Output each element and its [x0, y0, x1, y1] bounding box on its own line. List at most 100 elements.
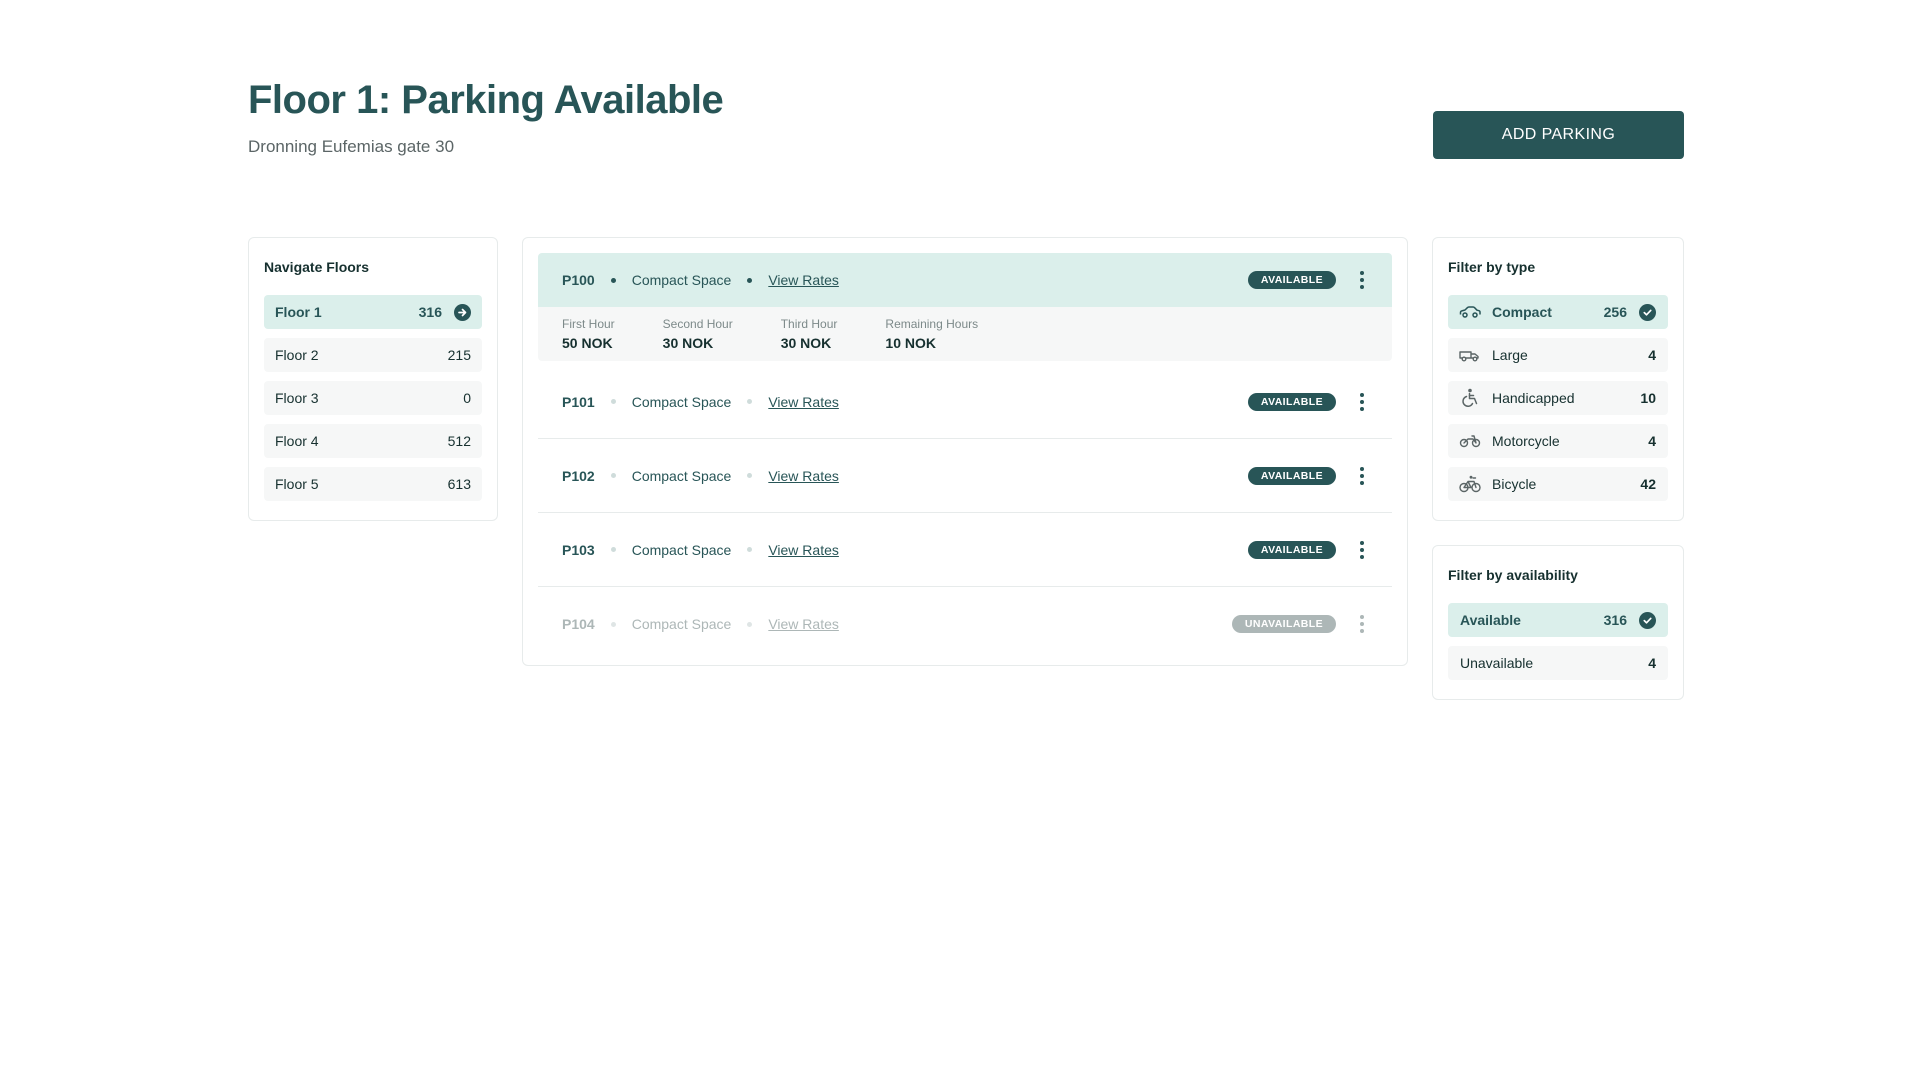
rate-second-hour: Second Hour 30 NOK — [663, 317, 733, 361]
wheelchair-icon — [1458, 388, 1482, 408]
filter-count: 4 — [1648, 655, 1656, 671]
rate-value: 30 NOK — [780, 335, 832, 351]
space-type: Compact Space — [631, 616, 732, 632]
type-filter-bicycle[interactable]: Bicycle 42 — [1448, 467, 1668, 501]
filter-count: 256 — [1603, 304, 1627, 320]
check-icon — [1639, 303, 1656, 321]
add-parking-button[interactable]: ADD PARKING — [1433, 111, 1684, 159]
type-filter-compact[interactable]: Compact 256 — [1448, 295, 1668, 329]
status-badge: AVAILABLE — [1247, 466, 1336, 485]
more-options-icon[interactable] — [1356, 613, 1368, 635]
availability-filter-list: Available 316 Unavailable 4 — [1448, 603, 1668, 680]
view-rates-link[interactable]: View Rates — [768, 468, 839, 484]
space-type: Compact Space — [631, 467, 732, 484]
floor-label: Floor 1 — [275, 304, 322, 320]
filter-count: 10 — [1640, 390, 1656, 406]
floor-item-2[interactable]: Floor 2 215 — [264, 338, 482, 372]
separator-dot — [747, 473, 753, 478]
filter-count: 4 — [1648, 347, 1656, 363]
status-badge: UNAVAILABLE — [1231, 615, 1336, 633]
status-badge: AVAILABLE — [1247, 392, 1336, 411]
car-icon — [1458, 302, 1482, 322]
floor-label: Floor 4 — [275, 433, 319, 449]
rate-value: 50 NOK — [562, 335, 613, 351]
rate-label: Third Hour — [780, 317, 838, 331]
space-type: Compact Space — [631, 393, 732, 410]
rate-label: First Hour — [562, 317, 615, 331]
floor-label: Floor 2 — [275, 347, 319, 363]
navigate-floors-title: Navigate Floors — [264, 259, 370, 275]
floor-label: Floor 5 — [275, 476, 319, 492]
filter-by-availability-panel: Filter by availability Available 316 Una… — [1432, 545, 1684, 700]
view-rates-link[interactable]: View Rates — [768, 616, 839, 632]
rates-detail: First Hour 50 NOK Second Hour 30 NOK Thi… — [538, 307, 1392, 361]
type-filter-list: Compact 256 Large 4 Handicapped 10 Motor… — [1448, 295, 1668, 501]
navigate-floors-panel: Navigate Floors Floor 1 316 Floor 2 215 … — [248, 237, 498, 521]
page-title: Floor 1: Parking Available — [248, 78, 724, 122]
status-badge: AVAILABLE — [1247, 540, 1336, 559]
view-rates-link[interactable]: View Rates — [768, 394, 839, 410]
rate-third-hour: Third Hour 30 NOK — [781, 317, 838, 361]
parking-row-p103[interactable]: P103 Compact Space View Rates AVAILABLE — [538, 513, 1392, 587]
parking-row-p104[interactable]: P104 Compact Space View Rates UNAVAILABL… — [538, 587, 1392, 661]
filter-label: Motorcycle — [1492, 433, 1560, 449]
floor-count: 0 — [463, 390, 471, 406]
type-filter-large[interactable]: Large 4 — [1448, 338, 1668, 372]
filter-count: 316 — [1603, 612, 1627, 628]
separator-dot — [610, 621, 616, 627]
separator-dot — [610, 547, 616, 552]
floor-list: Floor 1 316 Floor 2 215 Floor 3 0 Floor … — [264, 295, 482, 501]
floor-item-5[interactable]: Floor 5 613 — [264, 467, 482, 501]
floor-item-1[interactable]: Floor 1 316 — [264, 295, 482, 329]
availability-filter-unavailable[interactable]: Unavailable 4 — [1448, 646, 1668, 680]
filter-count: 4 — [1648, 433, 1656, 449]
more-options-icon[interactable] — [1356, 465, 1368, 487]
motorcycle-icon — [1458, 431, 1482, 451]
rate-label: Remaining Hours — [885, 317, 979, 331]
filter-label: Unavailable — [1460, 655, 1534, 671]
type-filter-handicapped[interactable]: Handicapped 10 — [1448, 381, 1668, 415]
separator-dot — [747, 277, 753, 283]
floor-count: 512 — [447, 433, 471, 449]
more-options-icon[interactable] — [1356, 391, 1368, 413]
truck-icon — [1458, 345, 1482, 365]
filter-count: 42 — [1640, 476, 1656, 492]
check-icon — [1639, 611, 1656, 629]
space-type: Compact Space — [631, 272, 732, 288]
space-code: P102 — [562, 467, 595, 484]
rate-remaining-hours: Remaining Hours 10 NOK — [885, 317, 978, 361]
filter-label: Handicapped — [1492, 390, 1575, 406]
more-options-icon[interactable] — [1356, 269, 1368, 291]
rate-label: Second Hour — [662, 317, 733, 331]
separator-dot — [610, 399, 616, 404]
separator-dot — [747, 399, 753, 404]
filter-label: Large — [1492, 347, 1528, 363]
view-rates-link[interactable]: View Rates — [768, 272, 839, 288]
filter-label: Bicycle — [1492, 476, 1537, 492]
space-code: P100 — [562, 272, 595, 288]
floor-item-4[interactable]: Floor 4 512 — [264, 424, 482, 458]
parking-row-p100[interactable]: P100 Compact Space View Rates AVAILABLE — [538, 253, 1392, 307]
type-filter-motorcycle[interactable]: Motorcycle 4 — [1448, 424, 1668, 458]
availability-filter-available[interactable]: Available 316 — [1448, 603, 1668, 637]
rate-first-hour: First Hour 50 NOK — [562, 317, 615, 361]
filter-label: Available — [1460, 612, 1521, 628]
status-badge: AVAILABLE — [1247, 271, 1336, 289]
separator-dot — [747, 547, 753, 552]
floor-count: 613 — [447, 476, 471, 492]
floor-count: 215 — [447, 347, 471, 363]
separator-dot — [610, 277, 616, 283]
arrow-right-icon — [454, 303, 471, 321]
parking-row-p101[interactable]: P101 Compact Space View Rates AVAILABLE — [538, 365, 1392, 439]
separator-dot — [747, 621, 753, 627]
parking-row-p102[interactable]: P102 Compact Space View Rates AVAILABLE — [538, 439, 1392, 513]
view-rates-link[interactable]: View Rates — [768, 542, 839, 558]
filter-label: Compact — [1492, 304, 1552, 320]
more-options-icon[interactable] — [1356, 539, 1368, 561]
filter-by-type-title: Filter by type — [1448, 259, 1536, 275]
space-code: P101 — [562, 393, 595, 410]
floor-item-3[interactable]: Floor 3 0 — [264, 381, 482, 415]
floor-count: 316 — [418, 304, 442, 320]
page-header: Floor 1: Parking Available Dronning Eufe… — [248, 78, 724, 157]
space-type: Compact Space — [631, 541, 732, 558]
